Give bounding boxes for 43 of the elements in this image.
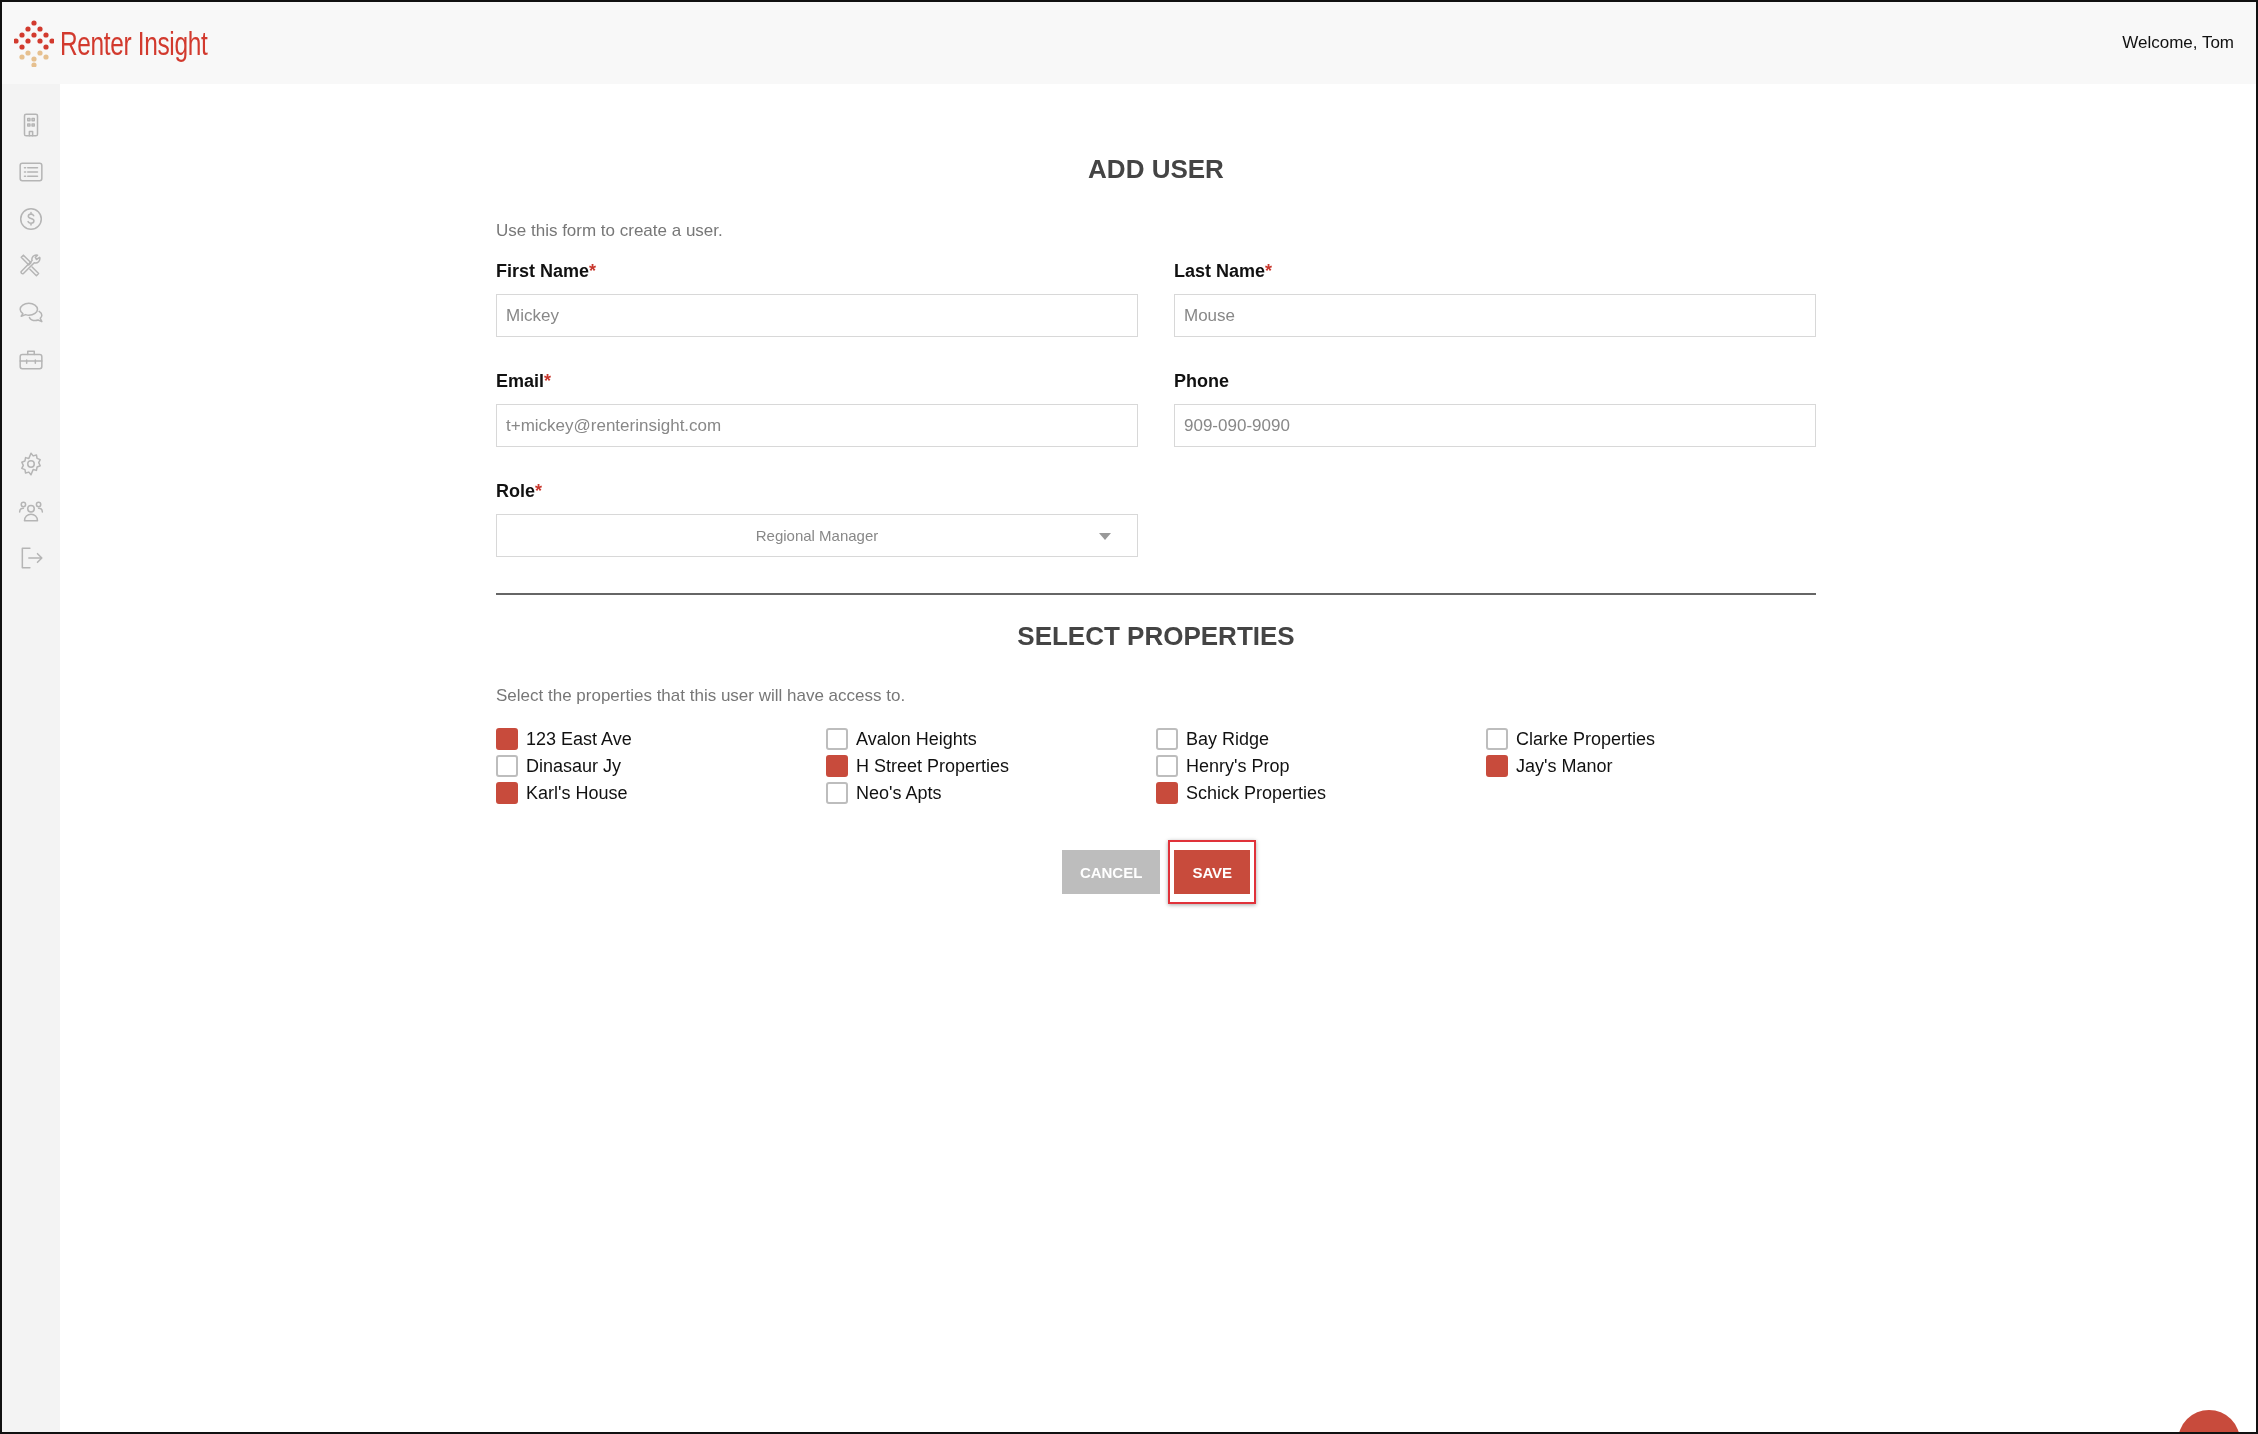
checkbox-label[interactable]: Schick Properties bbox=[1186, 782, 1327, 804]
checkbox[interactable] bbox=[1156, 782, 1178, 804]
form-title: ADD USER bbox=[1087, 154, 1225, 185]
section-title: SELECT PROPERTIES bbox=[1016, 621, 1296, 652]
field-label: Phone bbox=[1174, 371, 1229, 392]
checkbox-label[interactable]: H Street Properties bbox=[856, 755, 1010, 777]
checkbox-label[interactable]: Henry's Prop bbox=[1186, 755, 1290, 777]
checkbox[interactable] bbox=[1156, 728, 1178, 750]
checkbox-label[interactable]: Karl's House bbox=[526, 782, 628, 804]
checkbox-label[interactable]: Clarke Properties bbox=[1516, 728, 1656, 750]
checkbox[interactable] bbox=[826, 728, 848, 750]
form-intro: Use this form to create a user. bbox=[496, 221, 724, 241]
checkbox[interactable] bbox=[826, 755, 848, 777]
checkbox-label[interactable]: Bay Ridge bbox=[1186, 728, 1270, 750]
field-label: Role* bbox=[496, 481, 543, 502]
checkbox-label[interactable]: Neo's Apts bbox=[856, 782, 942, 804]
caret-icon bbox=[1099, 533, 1111, 540]
checkbox-label[interactable]: Avalon Heights bbox=[856, 728, 977, 750]
field-label: Last Name* bbox=[1174, 261, 1273, 282]
checkbox[interactable] bbox=[496, 755, 518, 777]
checkbox-label[interactable]: Jay's Manor bbox=[1516, 755, 1613, 777]
checkbox[interactable] bbox=[826, 782, 848, 804]
checkbox[interactable] bbox=[1156, 755, 1178, 777]
welcome-text: Welcome, Tom bbox=[2122, 33, 2234, 53]
dollar-icon[interactable] bbox=[18, 206, 44, 232]
checkbox[interactable] bbox=[496, 728, 518, 750]
save-button[interactable]: SAVE bbox=[1174, 850, 1251, 894]
dots-logo-icon bbox=[14, 19, 54, 67]
brand-name[interactable]: Renter Insight bbox=[60, 23, 208, 63]
input-field[interactable]: Mickey bbox=[496, 294, 1138, 337]
checkbox[interactable] bbox=[1486, 755, 1508, 777]
input-field[interactable]: t+mickey@renterinsight.com bbox=[496, 404, 1138, 447]
input-field[interactable]: Mouse bbox=[1174, 294, 1816, 337]
input-field[interactable]: 909-090-9090 bbox=[1174, 404, 1816, 447]
field-label: First Name* bbox=[496, 261, 597, 282]
field-label: Email* bbox=[496, 371, 552, 392]
section-intro: Select the properties that this user will have access to. bbox=[496, 686, 907, 706]
checkbox-label[interactable]: 123 East Ave bbox=[526, 728, 632, 750]
settings-icon[interactable] bbox=[18, 451, 44, 477]
checkbox[interactable] bbox=[1486, 728, 1508, 750]
role-dropdown[interactable]: Regional Manager bbox=[496, 514, 1138, 557]
checkbox-label[interactable]: Dinasaur Jy bbox=[526, 755, 622, 777]
checkbox[interactable] bbox=[496, 782, 518, 804]
